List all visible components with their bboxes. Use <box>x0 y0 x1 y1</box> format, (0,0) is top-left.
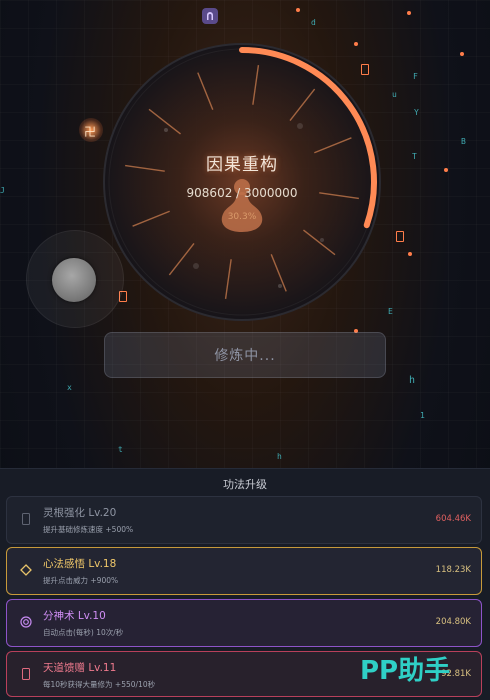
rectangle-icon <box>19 512 33 526</box>
upgrade-desc: 每10秒获得大量修为 +550/10秒 <box>43 680 156 689</box>
floating-glyph: x <box>67 383 72 392</box>
arch-icon[interactable] <box>202 8 218 24</box>
floating-glyph: 1 <box>420 411 425 420</box>
floating-glyph: J <box>0 186 5 195</box>
floating-glyph: E <box>388 307 393 316</box>
upgrade-card-clone-art[interactable]: 分神术 Lv.10 自动点击(每秒) 10次/秒 204.80K <box>6 599 482 647</box>
upgrade-cost: 604.46K <box>435 514 471 524</box>
floating-glyph: T <box>412 152 417 161</box>
swastika-icon: 卍 <box>84 125 97 139</box>
floating-glyph: B <box>461 137 466 146</box>
upgrade-name: 分神术 Lv.10 <box>43 610 106 622</box>
upgrade-cost: 118.23K <box>435 565 471 575</box>
floating-glyph: F <box>413 72 418 81</box>
particle <box>407 11 411 15</box>
concentric-circle-icon <box>19 615 33 629</box>
upgrade-name: 天道馈赠 Lv.11 <box>43 662 117 674</box>
floating-glyph: t <box>118 445 123 454</box>
game-screen: d F u Y B T E x h 1 t h J 卍 因果重构 908602 … <box>0 0 490 700</box>
particle <box>444 168 448 172</box>
floating-glyph: h <box>277 452 282 461</box>
particle <box>460 52 464 56</box>
upgrade-desc: 提升点击威力 +900% <box>43 576 119 585</box>
watermark: PP助手 <box>360 656 451 686</box>
realm-title: 因果重构 <box>206 155 278 175</box>
particle <box>296 8 300 12</box>
upgrade-desc: 提升基础修炼速度 +500% <box>43 525 134 534</box>
floating-glyph: Y <box>414 108 419 117</box>
upgrade-desc: 自动点击(每秒) 10次/秒 <box>43 628 124 637</box>
floating-rune <box>396 231 404 242</box>
joystick-knob[interactable] <box>52 258 96 302</box>
upgrade-name: 心法感悟 Lv.18 <box>43 558 117 570</box>
realm-progress-text: 908602 / 3000000 <box>186 186 298 200</box>
rectangle-icon <box>19 667 33 681</box>
particle <box>408 252 412 256</box>
upgrade-name: 灵根强化 Lv.20 <box>43 507 117 519</box>
cultivate-button[interactable]: 修炼中... <box>104 332 386 378</box>
upgrade-card-spirit-root[interactable]: 灵根强化 Lv.20 提升基础修炼速度 +500% 604.46K <box>6 496 482 544</box>
upgrade-panel-title: 功法升级 <box>223 478 267 491</box>
wheel-graphic <box>103 43 381 321</box>
upgrade-card-heart-method[interactable]: 心法感悟 Lv.18 提升点击威力 +900% 118.23K <box>6 547 482 595</box>
cultivation-wheel[interactable] <box>100 40 384 324</box>
floating-glyph: d <box>311 18 316 27</box>
floating-glyph: u <box>392 90 397 99</box>
realm-percent: 30.3% <box>227 212 257 222</box>
diamond-icon <box>19 563 33 577</box>
floating-glyph: h <box>409 375 416 386</box>
upgrade-cost: 204.80K <box>435 617 471 627</box>
